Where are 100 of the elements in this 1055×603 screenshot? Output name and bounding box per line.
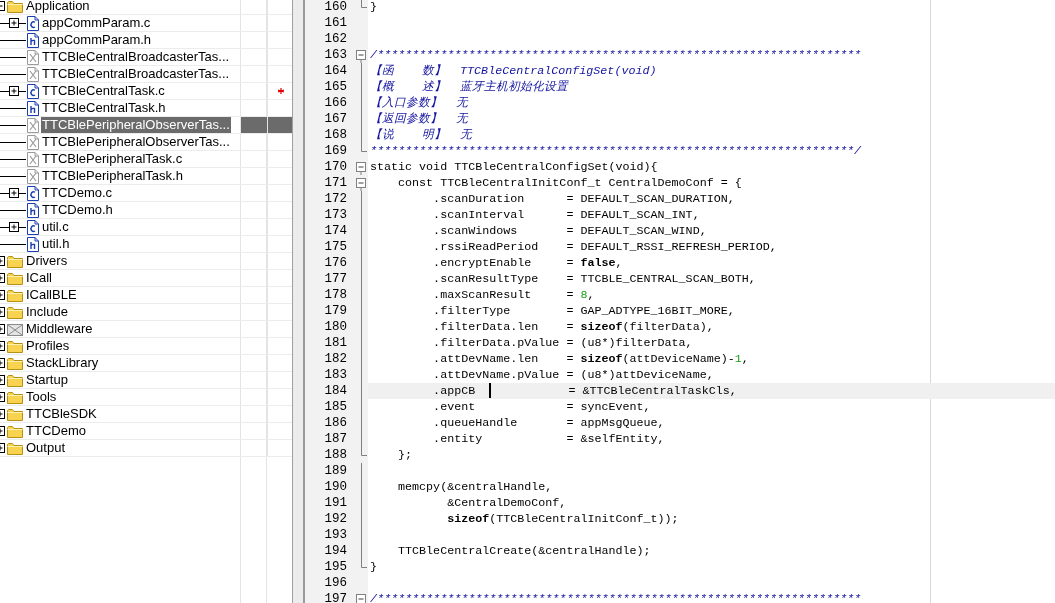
code-line: .filterType = GAP_ADTYPE_16BIT_MORE, [432, 304, 735, 318]
line-number: 161 [323, 15, 348, 31]
line-number: 192 [323, 511, 348, 527]
code-line: &CentralDemoConf, [446, 496, 567, 510]
source-file-icon [27, 185, 39, 201]
code-line: const TTCBleCentralInitConf_t CentralDemoConf = { [397, 176, 742, 190]
tree-item[interactable]: util.c [41, 219, 70, 235]
code-line: .attDevName.pValue = (u8*)attDeviceName, [432, 368, 714, 382]
code-line: /********************************************************************* [370, 48, 861, 62]
tree-item[interactable]: Include [25, 304, 69, 320]
code-line: 【概 述】 蓝牙主机初始化设置 [370, 80, 569, 94]
expand-icon[interactable] [9, 222, 19, 232]
tree-item[interactable]: TTCDemo [25, 423, 87, 439]
line-number: 171 [323, 175, 348, 191]
code-line: .scanInterval = DEFAULT_SCAN_INT, [432, 208, 700, 222]
tree-item[interactable]: ICall [25, 270, 53, 286]
tree-item[interactable]: Profiles [25, 338, 71, 354]
line-number: 183 [323, 367, 348, 383]
tree-item[interactable]: Middleware [25, 321, 94, 337]
line-number: 168 [323, 127, 348, 143]
line-number: 169 [323, 143, 348, 159]
code-line: }; [397, 448, 413, 462]
crossed-file-icon [27, 134, 39, 150]
code-line: .queueHandle = appMsgQueue, [432, 416, 665, 430]
folder-icon [7, 407, 23, 421]
code-line: memcpy(&centralHandle, [397, 480, 553, 494]
tree-item[interactable]: TTCBleCentralBroadcasterTas... [41, 66, 231, 82]
code-line: .appCB = &TTCBleCentralTaskCls, [432, 384, 737, 398]
tree-item[interactable]: Startup [25, 372, 69, 388]
code-line: 【说 明】 无 [370, 128, 473, 142]
tree-item[interactable]: TTCDemo.h [41, 202, 114, 218]
line-number: 163 [323, 47, 348, 63]
expand-icon[interactable] [9, 188, 19, 198]
line-number: 188 [323, 447, 348, 463]
folder-icon [7, 424, 23, 438]
line-number: 187 [323, 431, 348, 447]
code-line: .attDevName.len = sizeof(attDeviceName)-1, [432, 352, 749, 366]
tree-item[interactable]: Output [25, 440, 67, 456]
crossed-file-icon [27, 117, 39, 133]
code-line: sizeof(TTCBleCentralInitConf_t)); [446, 512, 679, 526]
folder-icon [7, 356, 23, 370]
line-number: 196 [323, 575, 348, 591]
line-number: 182 [323, 351, 348, 367]
code-line: } [370, 560, 377, 574]
line-number: 164 [323, 63, 348, 79]
code-line: .filterData.pValue = (u8*)filterData, [432, 336, 693, 350]
tree-item[interactable]: TTCBleCentralBroadcasterTas... [41, 49, 231, 65]
code-line: } [370, 0, 377, 14]
header-file-icon [27, 100, 39, 116]
code-line: .filterData.len = sizeof(filterData), [432, 320, 714, 334]
tree-item[interactable]: TTCBlePeripheralObserverTas... [41, 134, 231, 150]
header-file-icon [27, 202, 39, 218]
code-line: .encryptEnable = false, [432, 256, 623, 270]
tree-item[interactable]: Application [25, 0, 91, 14]
header-file-icon [27, 32, 39, 48]
code-line: .scanResultType = TTCBLE_CENTRAL_SCAN_BOTH, [432, 272, 756, 286]
code-line: TTCBleCentralCreate(&centralHandle); [397, 544, 651, 558]
crossed-file-icon [27, 168, 39, 184]
tree-item[interactable]: ICallBLE [25, 287, 78, 303]
crossed-file-icon [27, 151, 39, 167]
line-number: 177 [323, 271, 348, 287]
expand-icon[interactable] [9, 86, 19, 96]
line-number: 197 [323, 591, 348, 603]
tree-item[interactable]: TTCBlePeripheralObserverTas... [41, 117, 231, 133]
folder-icon [7, 288, 23, 302]
line-number: 184 [323, 383, 348, 399]
tree-item[interactable]: TTCBleCentralTask.c [41, 83, 166, 99]
line-number: 162 [323, 31, 348, 47]
tree-item[interactable]: appCommParam.h [41, 32, 153, 48]
source-file-icon [27, 15, 39, 31]
folder-icon [7, 305, 23, 319]
line-number: 190 [323, 479, 348, 495]
line-number: 170 [323, 159, 348, 175]
tree-item[interactable]: TTCBleCentralTask.h [41, 100, 167, 116]
crossed-file-icon [27, 66, 39, 82]
line-number: 175 [323, 239, 348, 255]
source-file-icon [27, 83, 39, 99]
line-number: 166 [323, 95, 348, 111]
folder-icon [7, 373, 23, 387]
tree-item[interactable]: TTCBlePeripheralTask.h [41, 168, 184, 184]
folder-icon [7, 339, 23, 353]
tree-item[interactable]: appCommParam.c [41, 15, 152, 31]
tree-item[interactable]: TTCBleSDK [25, 406, 98, 422]
tree-item[interactable]: Tools [25, 389, 58, 405]
code-line: .event = syncEvent, [432, 400, 651, 414]
expand-icon[interactable] [9, 18, 19, 28]
tree-item[interactable]: Drivers [25, 253, 69, 269]
code-line: .maxScanResult = 8, [432, 288, 595, 302]
tree-item[interactable]: StackLibrary [25, 355, 100, 371]
code-line: 【入口参数】 无 [370, 96, 469, 110]
line-number: 160 [323, 0, 348, 15]
tree-item[interactable]: TTCDemo.c [41, 185, 114, 201]
tree-item[interactable]: TTCBlePeripheralTask.c [41, 151, 184, 167]
code-line: *********************************************************************/ [370, 144, 861, 158]
line-number: 194 [323, 543, 348, 559]
code-line: .scanDuration = DEFAULT_SCAN_DURATION, [432, 192, 735, 206]
line-number: 180 [323, 319, 348, 335]
tree-item[interactable]: util.h [41, 236, 71, 252]
header-file-icon [27, 236, 39, 252]
line-number: 179 [323, 303, 348, 319]
